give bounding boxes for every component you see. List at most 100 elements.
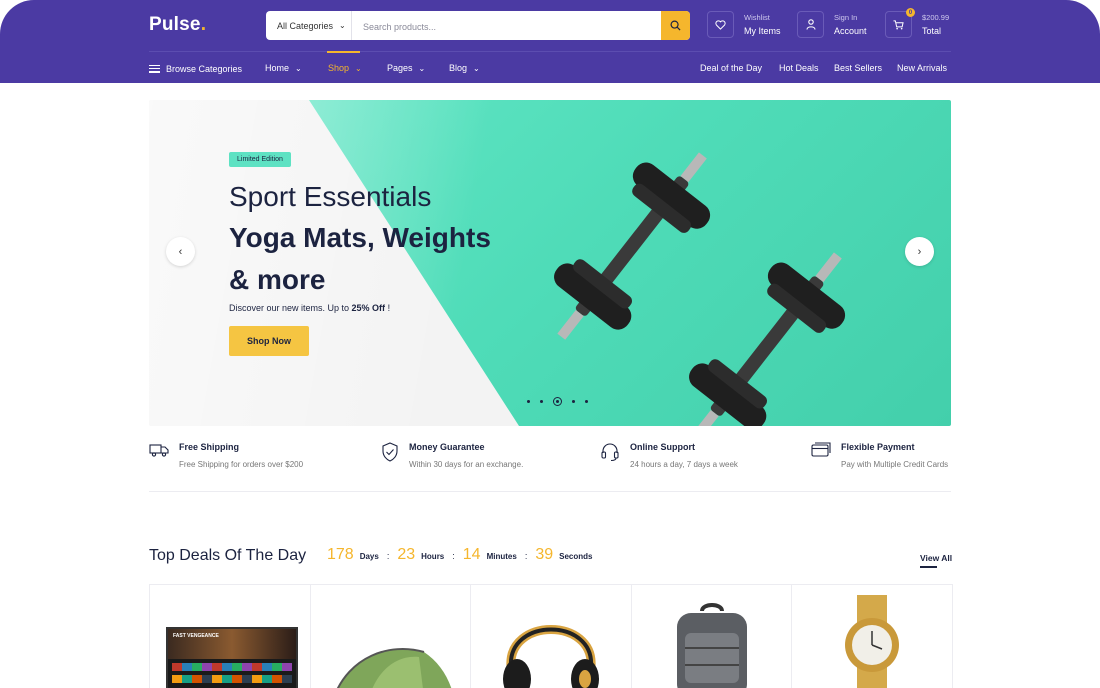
view-all-underline bbox=[920, 566, 937, 568]
nav-home-label: Home bbox=[265, 63, 290, 73]
search-button[interactable] bbox=[661, 11, 690, 40]
tv-image: FAST VENGEANCE bbox=[166, 627, 298, 688]
slider-dots bbox=[522, 397, 593, 406]
hero-title-line3: & more bbox=[229, 264, 326, 295]
slider-prev-button[interactable]: ‹ bbox=[166, 237, 195, 266]
tv-caption: FAST VENGEANCE bbox=[173, 633, 219, 639]
product-card-watch[interactable] bbox=[792, 585, 952, 688]
account-label: Account bbox=[834, 26, 867, 36]
feature-online-support: Online Support 24 hours a day, 7 days a w… bbox=[600, 442, 738, 469]
shop-now-button[interactable]: Shop Now bbox=[229, 326, 309, 356]
nav-blog[interactable]: Blog ⌄ bbox=[449, 63, 480, 73]
watch-image bbox=[845, 595, 900, 688]
countdown-seconds: 39 bbox=[535, 546, 554, 563]
nav-best-sellers-label: Best Sellers bbox=[834, 63, 883, 73]
feature-desc: Pay with Multiple Credit Cards bbox=[841, 460, 949, 469]
nav-deal-label: Deal of the Day bbox=[700, 63, 763, 73]
nav-active-indicator bbox=[327, 51, 360, 53]
feature-money-guarantee: Money Guarantee Within 30 days for an exc… bbox=[381, 442, 523, 469]
deals-countdown: 178 Days : 23 Hours : 14 Minutes : 39 Second… bbox=[327, 546, 592, 564]
nav-shop-label: Shop bbox=[328, 63, 350, 73]
page: Pulse. All Categories ⌄ Wishlist My Item… bbox=[0, 0, 1100, 688]
tent-image bbox=[336, 648, 451, 688]
browse-categories-label: Browse Categories bbox=[166, 63, 243, 74]
slider-dot[interactable] bbox=[572, 400, 575, 403]
chevron-left-icon: ‹ bbox=[178, 245, 183, 258]
wishlist-link[interactable]: Wishlist My Items bbox=[707, 11, 781, 38]
features-divider bbox=[149, 491, 951, 492]
feature-free-shipping: Free Shipping Free Shipping for orders ov… bbox=[149, 442, 303, 469]
nav-home[interactable]: Home ⌄ bbox=[265, 63, 302, 73]
logo-dot: . bbox=[200, 14, 207, 35]
dumbbells-image bbox=[554, 152, 846, 426]
countdown-minutes-label: Minutes bbox=[486, 552, 517, 561]
logo[interactable]: Pulse. bbox=[149, 14, 206, 36]
deals-section-title: Top Deals Of The Day bbox=[149, 547, 307, 564]
account-link[interactable]: Sign In Account bbox=[797, 11, 867, 38]
countdown-hours: 23 bbox=[397, 546, 416, 563]
nav-pages-label: Pages bbox=[387, 63, 413, 73]
wishlist-label: My Items bbox=[744, 26, 781, 36]
headset-icon bbox=[601, 443, 619, 462]
wishlist-small: Wishlist bbox=[744, 13, 770, 22]
product-card-backpack[interactable] bbox=[632, 585, 793, 688]
feature-title: Money Guarantee bbox=[409, 442, 485, 452]
slider-next-button[interactable]: › bbox=[905, 237, 934, 266]
limited-edition-badge: Limited Edition bbox=[229, 152, 291, 167]
nav-new-arrivals[interactable]: New Arrivals bbox=[897, 63, 947, 73]
product-card-headphones[interactable] bbox=[471, 585, 632, 688]
nav-hot-deals[interactable]: Hot Deals bbox=[779, 63, 819, 73]
chevron-right-icon: › bbox=[917, 245, 922, 258]
category-select[interactable]: All Categories ⌄ bbox=[266, 11, 352, 40]
product-card-tv[interactable]: FAST VENGEANCE bbox=[150, 585, 311, 688]
nav-new-arrivals-label: New Arrivals bbox=[897, 63, 948, 73]
slider-dot[interactable] bbox=[527, 400, 530, 403]
menu-icon bbox=[149, 63, 160, 75]
product-card-tent[interactable] bbox=[311, 585, 472, 688]
cart-count-badge: 0 bbox=[906, 8, 915, 17]
search-input[interactable] bbox=[353, 11, 665, 40]
search-bar: All Categories ⌄ bbox=[266, 11, 690, 40]
browse-categories-button[interactable]: Browse Categories bbox=[149, 63, 242, 75]
cart-link[interactable]: 0 $200.99 Total bbox=[885, 8, 949, 38]
account-icon-box bbox=[797, 11, 824, 38]
countdown-days: 178 bbox=[327, 546, 354, 563]
main-nav: Browse Categories Home ⌄ Shop ⌄ Pages ⌄ Blo… bbox=[0, 51, 1100, 83]
wishlist-icon-box bbox=[707, 11, 734, 38]
chevron-down-icon: ⌄ bbox=[339, 21, 346, 30]
countdown-sep: : bbox=[524, 551, 528, 561]
slider-dot[interactable] bbox=[585, 400, 588, 403]
credit-card-icon bbox=[811, 442, 831, 457]
countdown-sep: : bbox=[386, 551, 390, 561]
hero-title-line1: Sport Essentials bbox=[229, 181, 432, 212]
feature-desc: Free Shipping for orders over $200 bbox=[179, 460, 304, 469]
countdown-sep: : bbox=[452, 551, 455, 561]
slider-dot[interactable] bbox=[540, 400, 543, 403]
category-select-label: All Categories bbox=[277, 20, 334, 31]
countdown-minutes: 14 bbox=[462, 546, 481, 563]
hero-discount: 25% Off bbox=[351, 303, 386, 313]
hero-desc-text: Discover our new items. Up to bbox=[229, 303, 352, 313]
nav-shop[interactable]: Shop ⌄ bbox=[328, 63, 362, 73]
truck-icon bbox=[149, 444, 169, 457]
nav-deal-of-the-day[interactable]: Deal of the Day bbox=[700, 63, 762, 73]
nav-pages[interactable]: Pages ⌄ bbox=[387, 63, 425, 73]
hero-slider: Limited Edition Sport Essentials Yoga Ma… bbox=[149, 100, 951, 426]
view-all-link[interactable]: View All bbox=[920, 553, 952, 563]
user-icon bbox=[805, 19, 816, 30]
account-small: Sign In bbox=[834, 13, 858, 22]
backpack-image bbox=[676, 603, 747, 688]
hero-title-line2: Yoga Mats, Weights bbox=[229, 222, 491, 253]
hero-desc-suffix: ! bbox=[385, 303, 391, 313]
countdown-seconds-label: Seconds bbox=[559, 552, 593, 561]
countdown-days-label: Days bbox=[359, 552, 379, 561]
feature-title: Flexible Payment bbox=[841, 442, 915, 452]
heart-icon bbox=[715, 19, 726, 30]
headphones-image bbox=[503, 625, 600, 688]
shield-check-icon bbox=[382, 442, 398, 462]
hero-description: Discover our new items. Up to 25% Off ! bbox=[229, 303, 390, 313]
slider-dot-active[interactable] bbox=[553, 397, 562, 406]
countdown-hours-label: Hours bbox=[421, 552, 445, 561]
nav-best-sellers[interactable]: Best Sellers bbox=[834, 63, 882, 73]
site-header: Pulse. All Categories ⌄ Wishlist My Item… bbox=[0, 0, 1100, 83]
